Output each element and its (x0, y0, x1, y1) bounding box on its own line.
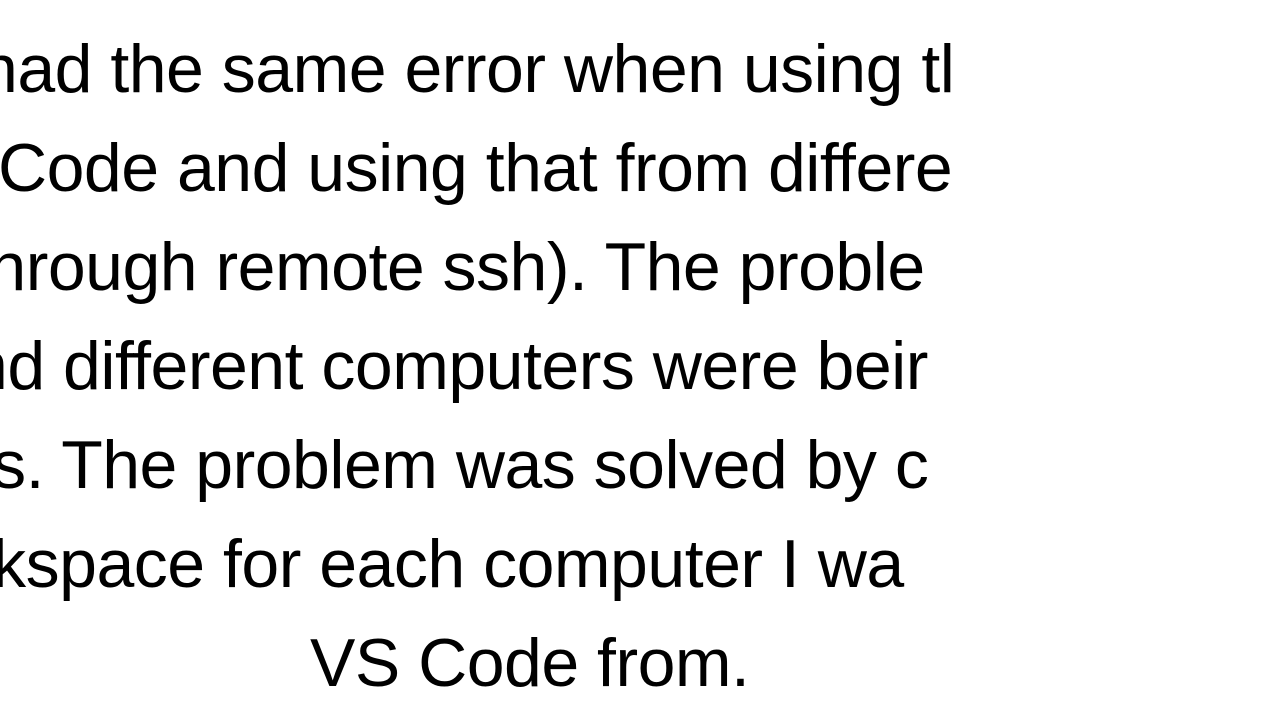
text-line-4: nd different computers were beir (0, 317, 928, 416)
text-line-7: VS Code from. (310, 614, 749, 713)
text-line-5: rs. The problem was solved by c (0, 416, 928, 515)
text-line-3: through remote ssh). The proble (0, 218, 925, 317)
text-line-6: rkspace for each computer I wa (0, 515, 904, 614)
text-line-2: Code and using that from differe (0, 119, 952, 218)
text-line-1: nad the same error when using tl (0, 20, 954, 119)
